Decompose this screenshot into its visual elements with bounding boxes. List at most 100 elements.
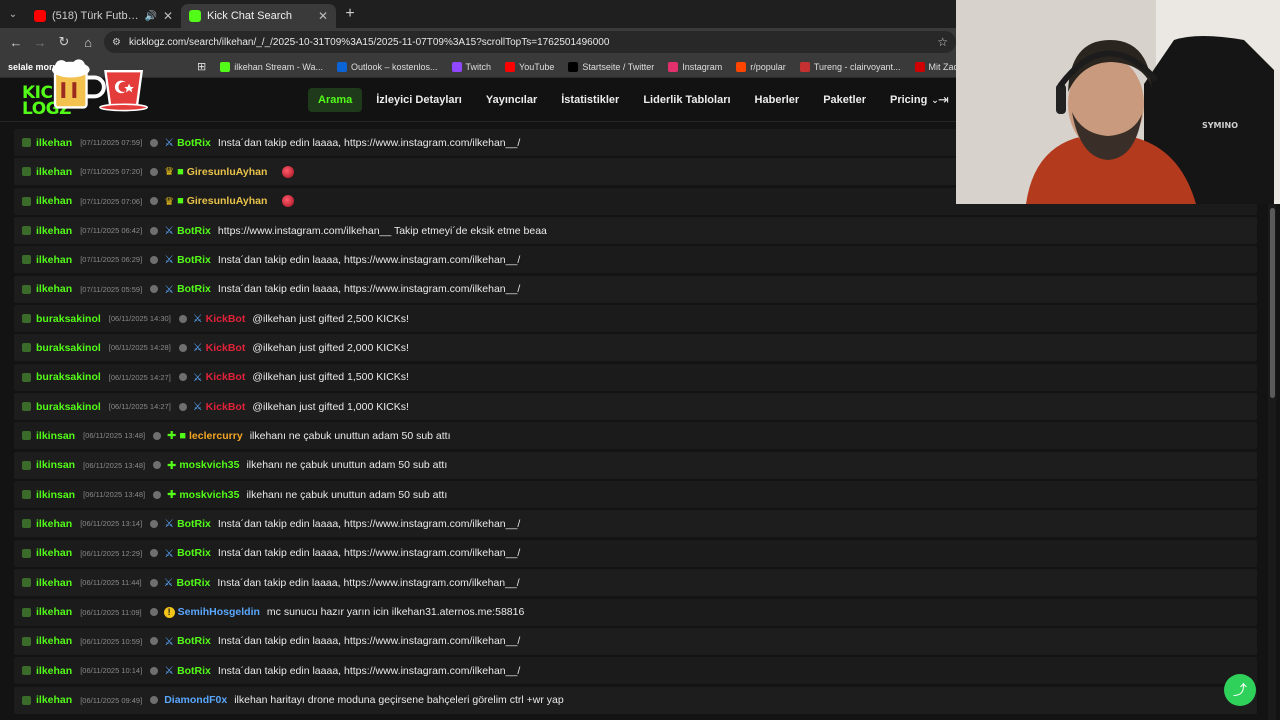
nav-item-haberler[interactable]: Haberler [745, 88, 810, 112]
back-button[interactable]: ← [4, 30, 28, 54]
chat-username-link[interactable]: BotRix [177, 635, 211, 647]
chat-row: ilkinsan [06/11/2025 13:48] ✚ ■ leclercurry i… [14, 422, 1257, 450]
tab-youtube[interactable]: (518) Türk Futbolunda Bahi... 🔊 ✕ [26, 4, 181, 28]
channel-name-link[interactable]: ilkehan [36, 518, 72, 530]
url-bar[interactable]: ⚙ kicklogz.com/search/ilkehan/_/_/2025-1… [104, 31, 956, 53]
bookmark-star-icon[interactable]: ☆ [937, 35, 948, 49]
info-icon[interactable] [150, 167, 159, 176]
close-tab-icon[interactable]: ✕ [318, 9, 328, 23]
info-icon[interactable] [178, 402, 187, 411]
chat-username-link[interactable]: GiresunluAyhan [187, 166, 268, 178]
chat-username-link[interactable]: BotRix [177, 518, 211, 530]
nav-item-paketler[interactable]: Paketler [813, 88, 876, 112]
nav-item-yay-nc-lar[interactable]: Yayıncılar [476, 88, 547, 112]
channel-name-link[interactable]: ilkehan [36, 547, 72, 559]
chat-username-link[interactable]: DiamondF0x [164, 694, 227, 706]
info-icon[interactable] [178, 343, 187, 352]
webcam-person-image: SYMINO [956, 0, 1280, 204]
chat-row: ilkehan [07/11/2025 06:42] ⚔ BotRix https://… [14, 217, 1257, 245]
channel-name-link[interactable]: ilkinsan [36, 430, 75, 442]
info-icon[interactable] [153, 431, 162, 440]
info-icon[interactable] [150, 138, 159, 147]
info-icon[interactable] [150, 285, 159, 294]
channel-name-link[interactable]: buraksakinol [36, 371, 101, 383]
channel-avatar-icon [22, 255, 31, 265]
info-icon[interactable] [153, 490, 162, 499]
chat-message-text: Insta´dan takip edin laaaa, https://www.… [217, 136, 521, 149]
channel-name-link[interactable]: buraksakinol [36, 342, 101, 354]
info-icon[interactable] [150, 549, 159, 558]
info-icon[interactable] [150, 519, 159, 528]
sword-badge-icon: ⚔ [164, 137, 175, 149]
info-icon[interactable] [150, 666, 159, 675]
tab-search-icon[interactable]: ⌄ [0, 0, 26, 28]
message-timestamp: [06/11/2025 10:14] [80, 666, 143, 676]
channel-name-link[interactable]: ilkinsan [36, 459, 75, 471]
bookmark-item[interactable]: Twitch [451, 61, 491, 72]
channel-name-link[interactable]: ilkehan [36, 283, 72, 295]
chat-username-link[interactable]: moskvich35 [179, 459, 239, 471]
info-icon[interactable] [150, 637, 159, 646]
info-icon[interactable] [153, 461, 162, 470]
channel-avatar-icon [22, 548, 31, 558]
info-icon[interactable] [150, 696, 159, 705]
chat-username-link[interactable]: moskvich35 [179, 489, 239, 501]
chat-username-link[interactable]: BotRix [177, 137, 211, 149]
bookmark-item[interactable]: Instagram [668, 61, 722, 72]
chat-username-link[interactable]: KickBot [206, 371, 246, 383]
channel-name-link[interactable]: ilkehan [36, 606, 72, 618]
nav-item-arama[interactable]: Arama [308, 88, 363, 112]
chat-username-link[interactable]: GiresunluAyhan [187, 195, 268, 207]
info-icon[interactable] [149, 578, 158, 587]
bookmark-item[interactable]: YouTube [505, 61, 554, 72]
channel-name-link[interactable]: buraksakinol [36, 401, 101, 413]
info-icon[interactable] [150, 255, 159, 264]
channel-name-link[interactable]: ilkinsan [36, 489, 75, 501]
nav-item-label: Liderlik Tabloları [643, 94, 731, 106]
apps-grid-icon[interactable]: ⊞ [197, 60, 206, 73]
chat-username-link[interactable]: KickBot [206, 401, 246, 413]
bookmark-item[interactable]: Outlook – kostenlos... [336, 61, 438, 72]
chat-username-link[interactable]: BotRix [177, 254, 211, 266]
channel-name-link[interactable]: ilkehan [36, 195, 72, 207]
chat-username-link[interactable]: BotRix [177, 665, 211, 677]
channel-name-link[interactable]: ilkehan [36, 694, 72, 706]
tab-kick-chat-search[interactable]: Kick Chat Search ✕ [181, 4, 336, 28]
info-icon[interactable] [150, 226, 159, 235]
chat-username-link[interactable]: BotRix [177, 283, 211, 295]
chat-username-link[interactable]: BotRix [177, 225, 211, 237]
crown-badge-icon: ♛ [164, 195, 175, 208]
close-tab-icon[interactable]: ✕ [163, 9, 173, 23]
login-icon[interactable]: ⇥ [938, 92, 956, 108]
chat-username-link[interactable]: BotRix [177, 577, 211, 589]
chat-username-link[interactable]: BotRix [177, 547, 211, 559]
share-icon[interactable]: ⤴ [1224, 674, 1256, 706]
info-icon[interactable] [150, 197, 159, 206]
info-icon[interactable] [178, 314, 187, 323]
channel-name-link[interactable]: ilkehan [36, 577, 72, 589]
chat-username-link[interactable]: KickBot [206, 313, 246, 325]
info-icon[interactable] [178, 373, 187, 382]
info-icon[interactable] [149, 608, 158, 616]
channel-name-link[interactable]: ilkehan [36, 665, 72, 677]
bookmark-item[interactable]: Tureng - clairvoyant... [799, 61, 901, 72]
new-tab-button[interactable]: + [338, 2, 362, 26]
chat-username-link[interactable]: SemihHosgeldin [178, 606, 260, 618]
channel-name-link[interactable]: ilkehan [36, 635, 72, 647]
nav-item-i-statistikler[interactable]: İstatistikler [551, 88, 629, 112]
channel-name-link[interactable]: ilkehan [36, 254, 72, 266]
nav-item-liderlik-tablolar-[interactable]: Liderlik Tabloları [633, 88, 740, 112]
channel-name-link[interactable]: ilkehan [36, 166, 72, 178]
bookmark-item[interactable]: Startseite / Twitter [568, 61, 654, 72]
bookmark-item[interactable]: r/popular [736, 61, 786, 72]
chat-username-link[interactable]: leclercurry [189, 430, 243, 442]
speaker-icon[interactable]: 🔊 [144, 11, 156, 22]
scrollbar-thumb[interactable] [1270, 208, 1275, 398]
chat-username-link[interactable]: KickBot [206, 342, 246, 354]
channel-name-link[interactable]: buraksakinol [36, 313, 101, 325]
nav-item-i-zleyici-detaylar-[interactable]: İzleyici Detayları [366, 88, 472, 112]
channel-name-link[interactable]: ilkehan [36, 137, 72, 149]
bookmark-item[interactable]: ilkehan Stream - Wa... [220, 61, 323, 72]
channel-avatar-icon [22, 490, 31, 500]
channel-name-link[interactable]: ilkehan [36, 225, 72, 237]
